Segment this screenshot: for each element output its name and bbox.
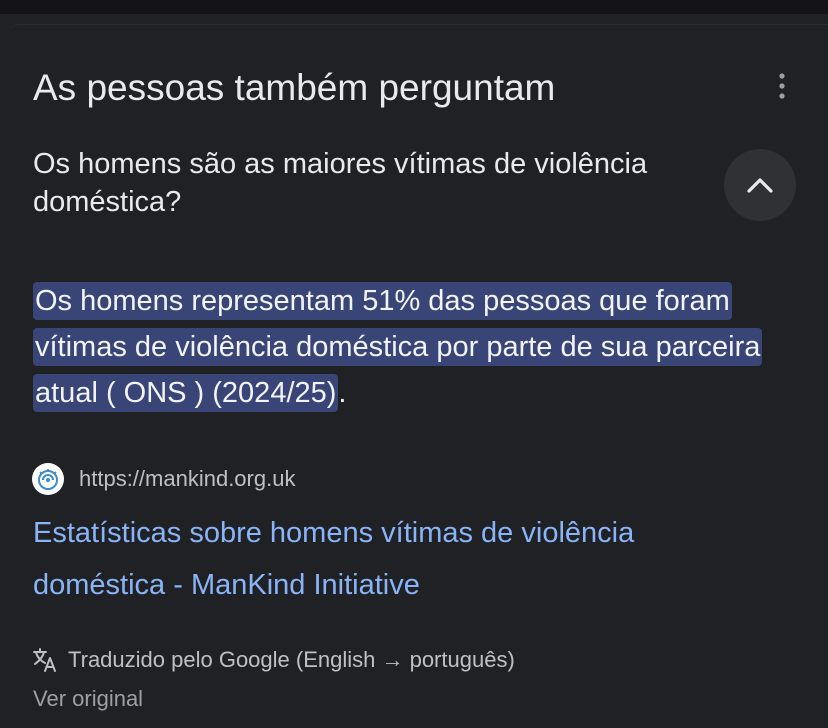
collapse-button[interactable] (724, 149, 796, 221)
question-text[interactable]: Os homens são as maiores vítimas de viol… (33, 145, 673, 221)
source-row[interactable]: https://mankind.org.uk (32, 462, 295, 496)
mankind-logo-icon (32, 463, 64, 495)
translation-label: Traduzido pelo Google (English → portugu… (68, 647, 515, 672)
chevron-up-icon (747, 178, 773, 193)
top-band (0, 0, 828, 14)
result-title-link[interactable]: Estatísticas sobre homens vítimas de vio… (33, 507, 773, 611)
source-url[interactable]: https://mankind.org.uk (79, 466, 295, 492)
more-options-button[interactable] (766, 70, 798, 102)
section-title: As pessoas também perguntam (33, 67, 556, 108)
answer-trailing: . (338, 377, 347, 409)
translate-icon (33, 648, 56, 672)
translation-notice: Traduzido pelo Google (English → portugu… (32, 645, 515, 675)
answer-snippet: Os homens representam 51% das pessoas qu… (33, 278, 803, 416)
view-original-link[interactable]: Ver original (33, 686, 143, 712)
answer-highlight: Os homens representam 51% das pessoas qu… (33, 282, 763, 412)
more-vert-icon (779, 73, 785, 99)
